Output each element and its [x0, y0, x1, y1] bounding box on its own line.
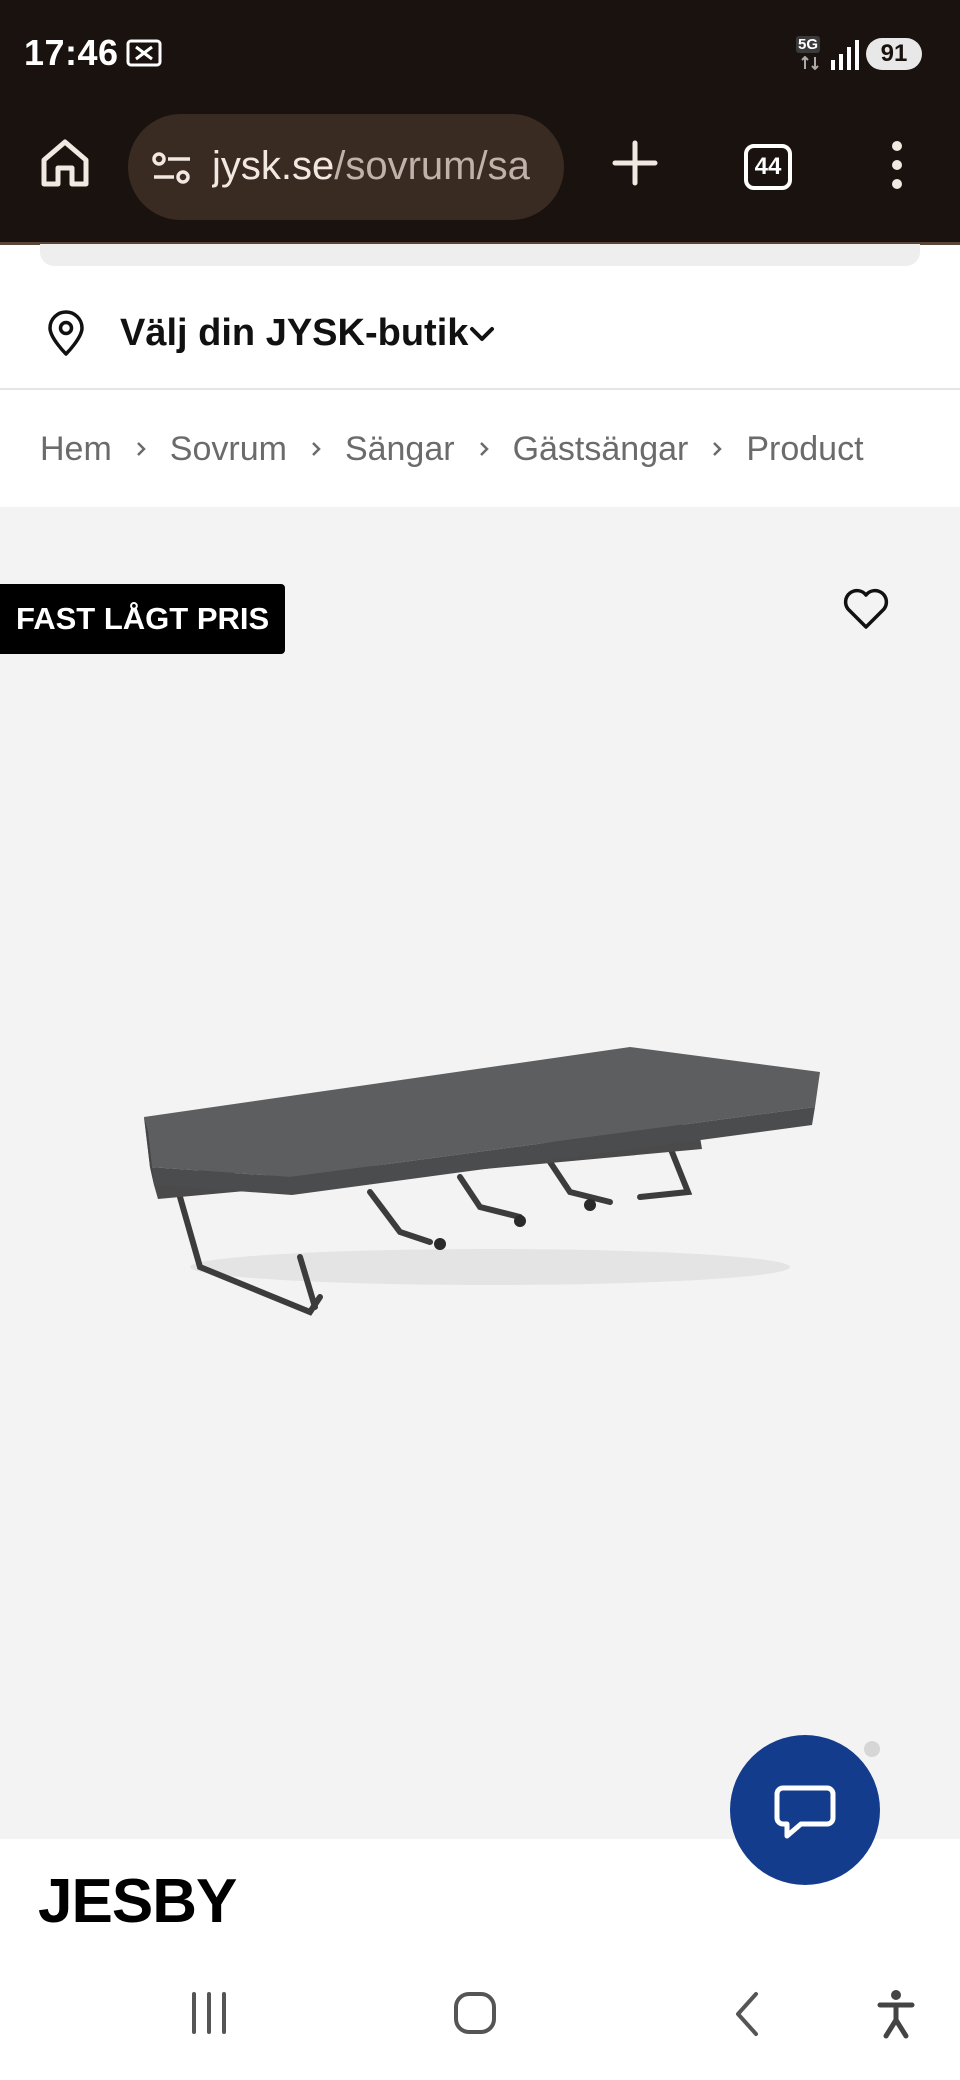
- plus-icon[interactable]: [606, 134, 664, 192]
- back-icon[interactable]: [730, 1990, 764, 2038]
- breadcrumb-item-hem[interactable]: Hem: [40, 430, 112, 469]
- signal-icon: [831, 40, 859, 70]
- url-path: /sovrum/sa: [334, 144, 530, 188]
- network-indicator: 5G: [796, 36, 824, 72]
- product-image-folding-bed: [144, 1047, 820, 1316]
- chat-button[interactable]: [730, 1735, 880, 1885]
- breadcrumb: Hem Sovrum Sängar Gästsängar Product: [40, 424, 864, 474]
- search-bar-edge: [40, 244, 920, 266]
- tab-switcher-button[interactable]: 44: [744, 144, 792, 190]
- heart-icon[interactable]: [840, 583, 892, 635]
- breadcrumb-item-product: Product: [746, 429, 864, 468]
- product-title: JESBY: [38, 1867, 237, 1936]
- notification-icon: [126, 39, 162, 67]
- address-bar[interactable]: jysk.se/sovrum/sa: [128, 114, 564, 220]
- recent-apps-icon[interactable]: [188, 1990, 230, 2036]
- chevron-right-icon: [455, 437, 513, 461]
- browser-toolbar: jysk.se/sovrum/sa 44: [0, 110, 960, 245]
- chat-icon: [774, 1785, 836, 1839]
- breadcrumb-item-gastsangar[interactable]: Gästsängar: [513, 430, 689, 469]
- chevron-down-icon: [470, 327, 494, 341]
- carousel-dot[interactable]: [864, 1741, 880, 1757]
- tune-icon[interactable]: [150, 152, 194, 184]
- chevron-right-icon: [688, 437, 746, 461]
- store-selector-label: Välj din JYSK-butik: [120, 312, 469, 354]
- home-icon[interactable]: [36, 134, 94, 192]
- chevron-right-icon: [112, 437, 170, 461]
- system-nav-bar: [0, 1960, 960, 2080]
- more-vert-icon[interactable]: [882, 136, 912, 194]
- status-time: 17:46: [24, 32, 119, 73]
- accessibility-icon[interactable]: [876, 1988, 916, 2040]
- chevron-right-icon: [287, 437, 345, 461]
- location-pin-icon: [48, 310, 84, 356]
- breadcrumb-item-sangar[interactable]: Sängar: [345, 430, 455, 469]
- url-domain: jysk.se: [212, 144, 335, 188]
- price-badge: FAST LÅGT PRIS: [0, 584, 286, 654]
- product-image-gallery[interactable]: FAST LÅGT PRIS: [0, 507, 960, 1885]
- status-bar: 17:46 5G 91: [0, 0, 960, 110]
- store-selector[interactable]: Välj din JYSK-butik: [0, 280, 960, 390]
- battery-indicator: 91: [866, 38, 922, 70]
- home-circle-icon[interactable]: [452, 1990, 498, 2036]
- url-text: jysk.se/sovrum/sa: [212, 144, 552, 189]
- breadcrumb-item-sovrum[interactable]: Sovrum: [170, 430, 287, 469]
- network-label: 5G: [796, 36, 821, 53]
